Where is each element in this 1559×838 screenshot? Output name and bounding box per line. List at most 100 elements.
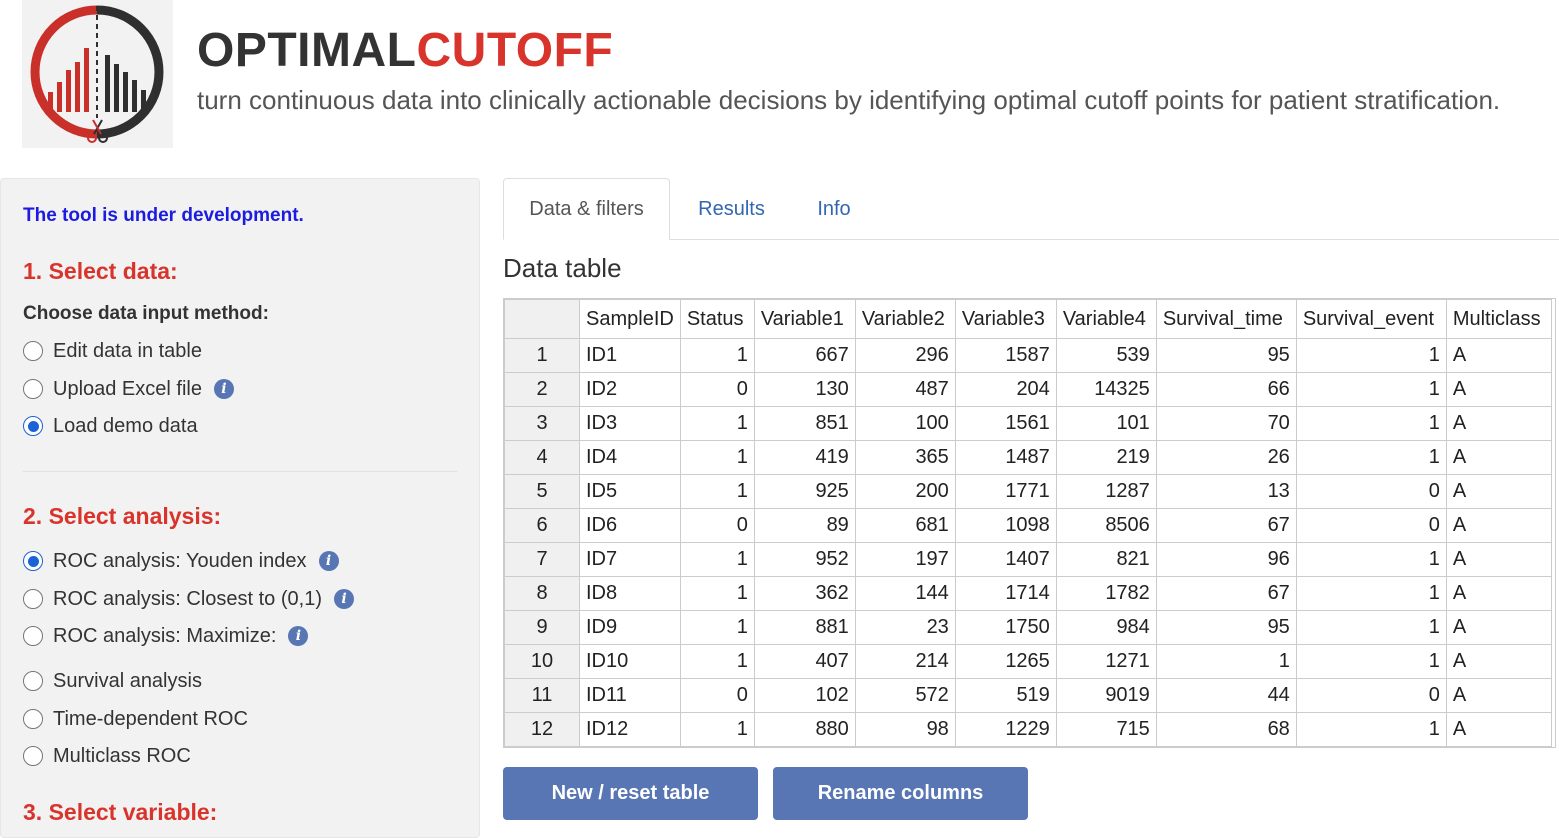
- table-cell[interactable]: 1: [1155, 644, 1297, 679]
- data-table[interactable]: SampleID Status Variable1 Variable2 Vari…: [504, 299, 1552, 747]
- tab-results[interactable]: Results: [680, 178, 783, 240]
- table-cell[interactable]: 70: [1155, 406, 1297, 441]
- table-cell[interactable]: A: [1445, 508, 1552, 543]
- column-header[interactable]: Status: [679, 299, 755, 339]
- table-cell[interactable]: [1055, 746, 1157, 747]
- table-cell[interactable]: ID8: [579, 576, 681, 611]
- table-cell[interactable]: 13: [1155, 474, 1297, 509]
- table-cell[interactable]: 100: [854, 406, 956, 441]
- table-cell[interactable]: 0: [679, 372, 755, 407]
- table-row[interactable]: 12 ID12 1 880 98 1229 715 68 1 A: [504, 712, 1552, 747]
- new-reset-table-button[interactable]: New / reset table: [503, 767, 758, 820]
- table-cell[interactable]: A: [1445, 440, 1552, 475]
- table-cell[interactable]: 362: [753, 576, 856, 611]
- table-cell[interactable]: [1155, 746, 1297, 747]
- table-cell[interactable]: ID5: [579, 474, 681, 509]
- table-cell[interactable]: 1265: [954, 644, 1057, 679]
- table-cell[interactable]: ID6: [579, 508, 681, 543]
- table-cell[interactable]: 1: [1295, 338, 1447, 373]
- table-cell[interactable]: 667: [753, 338, 856, 373]
- table-cell[interactable]: 200: [854, 474, 956, 509]
- column-header[interactable]: Variable1: [753, 299, 856, 339]
- table-row[interactable]: 5 ID5 1 925 200 1771 1287 13 0 A: [504, 474, 1552, 509]
- table-row[interactable]: 3 ID3 1 851 100 1561 101 70 1 A: [504, 406, 1552, 441]
- table-cell[interactable]: 1229: [954, 712, 1057, 747]
- info-icon[interactable]: i: [333, 589, 354, 609]
- table-cell[interactable]: 925: [753, 474, 856, 509]
- table-cell[interactable]: 1287: [1055, 474, 1157, 509]
- table-cell[interactable]: 68: [1155, 712, 1297, 747]
- table-cell[interactable]: 880: [753, 712, 856, 747]
- table-cell[interactable]: 8506: [1055, 508, 1157, 543]
- table-cell[interactable]: 197: [854, 542, 956, 577]
- table-cell[interactable]: 1: [1295, 610, 1447, 645]
- column-header[interactable]: Variable2: [854, 299, 956, 339]
- table-cell[interactable]: 1: [1295, 440, 1447, 475]
- table-cell[interactable]: 0: [1295, 508, 1447, 543]
- table-cell[interactable]: 23: [854, 610, 956, 645]
- column-header[interactable]: SampleID: [579, 299, 681, 339]
- table-cell[interactable]: 365: [854, 440, 956, 475]
- table-cell[interactable]: ID2: [579, 372, 681, 407]
- tab-info[interactable]: Info: [800, 178, 868, 240]
- table-cell[interactable]: ID1: [579, 338, 681, 373]
- table-cell[interactable]: 0: [679, 508, 755, 543]
- table-cell[interactable]: 1407: [954, 542, 1057, 577]
- radio-button[interactable]: [23, 709, 43, 729]
- radio-multiclass-roc[interactable]: Multiclass ROC: [23, 744, 191, 768]
- radio-roc-closest[interactable]: ROC analysis: Closest to (0,1) i: [23, 587, 354, 611]
- table-cell[interactable]: [579, 746, 681, 747]
- table-cell[interactable]: [753, 746, 856, 747]
- table-cell[interactable]: 96: [1155, 542, 1297, 577]
- info-icon[interactable]: i: [288, 626, 309, 646]
- table-cell[interactable]: 1098: [954, 508, 1057, 543]
- table-cell[interactable]: A: [1445, 406, 1552, 441]
- table-row[interactable]: 8 ID8 1 362 144 1714 1782 67 1 A: [504, 576, 1552, 611]
- table-row[interactable]: 1 ID1 1 667 296 1587 539 95 1 A: [504, 338, 1552, 373]
- table-cell[interactable]: 681: [854, 508, 956, 543]
- table-cell[interactable]: 89: [753, 508, 856, 543]
- radio-button[interactable]: [23, 551, 43, 571]
- table-cell[interactable]: 296: [854, 338, 956, 373]
- radio-button[interactable]: [23, 379, 43, 399]
- table-cell[interactable]: ID4: [579, 440, 681, 475]
- table-row[interactable]: 6 ID6 0 89 681 1098 8506 67 0 A: [504, 508, 1552, 543]
- radio-edit-data[interactable]: Edit data in table: [23, 339, 202, 363]
- table-cell[interactable]: A: [1445, 712, 1552, 747]
- radio-upload-excel[interactable]: Upload Excel file i: [23, 377, 234, 401]
- info-icon[interactable]: i: [213, 379, 234, 399]
- table-cell[interactable]: 419: [753, 440, 856, 475]
- table-cell[interactable]: 0: [679, 678, 755, 713]
- table-cell[interactable]: 1: [1295, 372, 1447, 407]
- table-cell[interactable]: 66: [1155, 372, 1297, 407]
- table-cell[interactable]: 1: [679, 440, 755, 475]
- data-table-container[interactable]: SampleID Status Variable1 Variable2 Vari…: [503, 298, 1556, 748]
- table-cell[interactable]: 1: [679, 406, 755, 441]
- radio-load-demo[interactable]: Load demo data: [23, 414, 198, 438]
- table-cell[interactable]: A: [1445, 610, 1552, 645]
- radio-button[interactable]: [23, 416, 43, 436]
- radio-button[interactable]: [23, 589, 43, 609]
- table-cell[interactable]: 1782: [1055, 576, 1157, 611]
- table-row[interactable]: 11 ID11 0 102 572 519 9019 44 0 A: [504, 678, 1552, 713]
- table-cell[interactable]: 67: [1155, 576, 1297, 611]
- table-cell[interactable]: 1: [679, 474, 755, 509]
- table-cell[interactable]: 952: [753, 542, 856, 577]
- table-cell[interactable]: 204: [954, 372, 1057, 407]
- table-cell[interactable]: 1: [679, 576, 755, 611]
- table-cell[interactable]: 572: [854, 678, 956, 713]
- radio-button[interactable]: [23, 671, 43, 691]
- radio-time-dependent-roc[interactable]: Time-dependent ROC: [23, 707, 248, 731]
- table-cell[interactable]: 1: [1295, 712, 1447, 747]
- table-cell[interactable]: ID11: [579, 678, 681, 713]
- table-cell[interactable]: 539: [1055, 338, 1157, 373]
- radio-survival[interactable]: Survival analysis: [23, 669, 202, 693]
- table-cell[interactable]: ID10: [579, 644, 681, 679]
- table-cell[interactable]: 95: [1155, 338, 1297, 373]
- column-header[interactable]: Survival_event: [1295, 299, 1447, 339]
- table-cell[interactable]: A: [1445, 474, 1552, 509]
- table-cell[interactable]: 1: [1295, 576, 1447, 611]
- radio-button[interactable]: [23, 341, 43, 361]
- table-cell[interactable]: 407: [753, 644, 856, 679]
- table-cell[interactable]: 1750: [954, 610, 1057, 645]
